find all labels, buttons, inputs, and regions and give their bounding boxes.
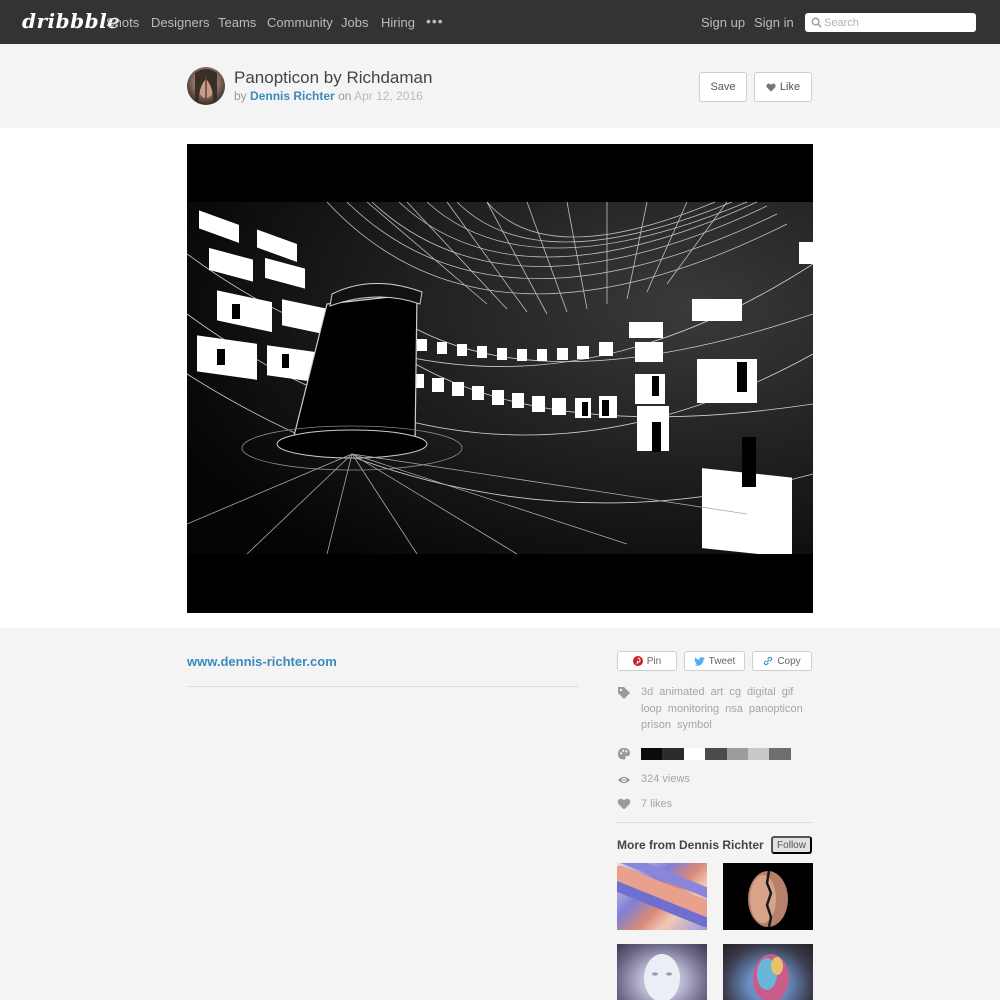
tag[interactable]: gif — [782, 684, 794, 701]
search-box[interactable] — [805, 13, 976, 32]
like-label: Like — [779, 81, 801, 93]
thumbnail-image — [748, 870, 788, 928]
shot-image[interactable] — [187, 144, 813, 613]
byline-on: on — [338, 89, 352, 103]
heart-icon — [766, 83, 776, 91]
color-swatch[interactable] — [747, 748, 770, 760]
nav-community[interactable]: Community — [267, 15, 333, 30]
tag[interactable]: nsa — [725, 701, 743, 718]
thumbnail-image — [644, 954, 680, 1000]
tweet-label: Tweet — [708, 655, 736, 667]
twitter-icon — [693, 656, 705, 666]
color-swatch[interactable] — [705, 748, 727, 760]
website-link[interactable]: www.dennis-richter.com — [187, 654, 337, 669]
shot-area — [0, 128, 1000, 628]
like-button[interactable]: Like — [754, 72, 812, 102]
tag[interactable]: panopticon — [749, 701, 803, 718]
eye-icon — [618, 776, 630, 784]
nav-shots[interactable]: Shots — [106, 15, 139, 30]
pinterest-icon — [632, 656, 643, 666]
more-from-title: More from Dennis Richter — [617, 838, 764, 852]
thumbnail-image — [617, 863, 707, 928]
color-palette — [641, 748, 791, 760]
nav-jobs[interactable]: Jobs — [341, 15, 368, 30]
tweet-button[interactable]: Tweet — [684, 651, 745, 671]
heart-icon — [617, 798, 631, 810]
nav-hiring[interactable]: Hiring — [381, 15, 415, 30]
tag[interactable]: animated — [659, 684, 704, 701]
color-swatch[interactable] — [662, 748, 684, 760]
views-count: 324 views — [641, 773, 690, 785]
byline-by: by — [234, 89, 247, 103]
thumbnail-image — [753, 954, 789, 1000]
tag-list: 3d animated art cg digital gif loop monitoring n… — [641, 684, 813, 734]
color-swatch[interactable] — [726, 748, 748, 760]
nav-teams[interactable]: Teams — [218, 15, 256, 30]
author-link[interactable]: Dennis Richter — [250, 89, 335, 103]
palette-icon — [618, 748, 630, 760]
color-swatch[interactable] — [683, 748, 706, 760]
panopticon-artwork — [187, 144, 813, 613]
shot-thumbnail[interactable] — [617, 944, 707, 1000]
top-nav: dribbble Shots Designers Teams Community… — [0, 0, 1000, 44]
search-icon — [811, 17, 822, 28]
tag[interactable]: symbol — [677, 717, 712, 734]
copy-label: Copy — [777, 655, 801, 667]
copy-button[interactable]: Copy — [752, 651, 812, 671]
more-menu-icon[interactable]: ••• — [426, 13, 444, 29]
save-button[interactable]: Save — [699, 72, 747, 102]
tag[interactable]: art — [711, 684, 724, 701]
divider — [187, 686, 578, 687]
shot-thumbnail[interactable] — [723, 944, 813, 1000]
divider — [617, 822, 813, 823]
author-avatar[interactable] — [187, 67, 225, 105]
tag[interactable]: loop — [641, 701, 662, 718]
shot-thumbnail[interactable] — [723, 863, 813, 930]
tag[interactable]: digital — [747, 684, 776, 701]
byline: by Dennis Richter on Apr 12, 2016 — [234, 89, 423, 103]
link-icon — [764, 656, 773, 666]
tag[interactable]: 3d — [641, 684, 653, 701]
shot-title: Panopticon by Richdaman — [234, 68, 433, 87]
tag[interactable]: monitoring — [668, 701, 719, 718]
pin-button[interactable]: Pin — [617, 651, 677, 671]
avatar-image — [195, 69, 217, 105]
follow-button[interactable]: Follow — [771, 836, 812, 854]
nav-designers[interactable]: Designers — [151, 15, 210, 30]
shot-thumbnail[interactable] — [617, 863, 707, 930]
search-input[interactable] — [824, 13, 972, 32]
shot-header: Panopticon by Richdaman by Dennis Richte… — [0, 44, 1000, 128]
pin-label: Pin — [646, 655, 662, 667]
color-swatch[interactable] — [769, 748, 791, 760]
shot-date: Apr 12, 2016 — [354, 89, 423, 103]
color-swatch[interactable] — [641, 748, 663, 760]
likes-count: 7 likes — [641, 798, 673, 810]
sign-up-link[interactable]: Sign up — [701, 15, 745, 30]
tag-icon — [618, 687, 630, 699]
sign-in-link[interactable]: Sign in — [754, 15, 794, 30]
tag[interactable]: prison — [641, 717, 671, 734]
tag[interactable]: cg — [729, 684, 741, 701]
